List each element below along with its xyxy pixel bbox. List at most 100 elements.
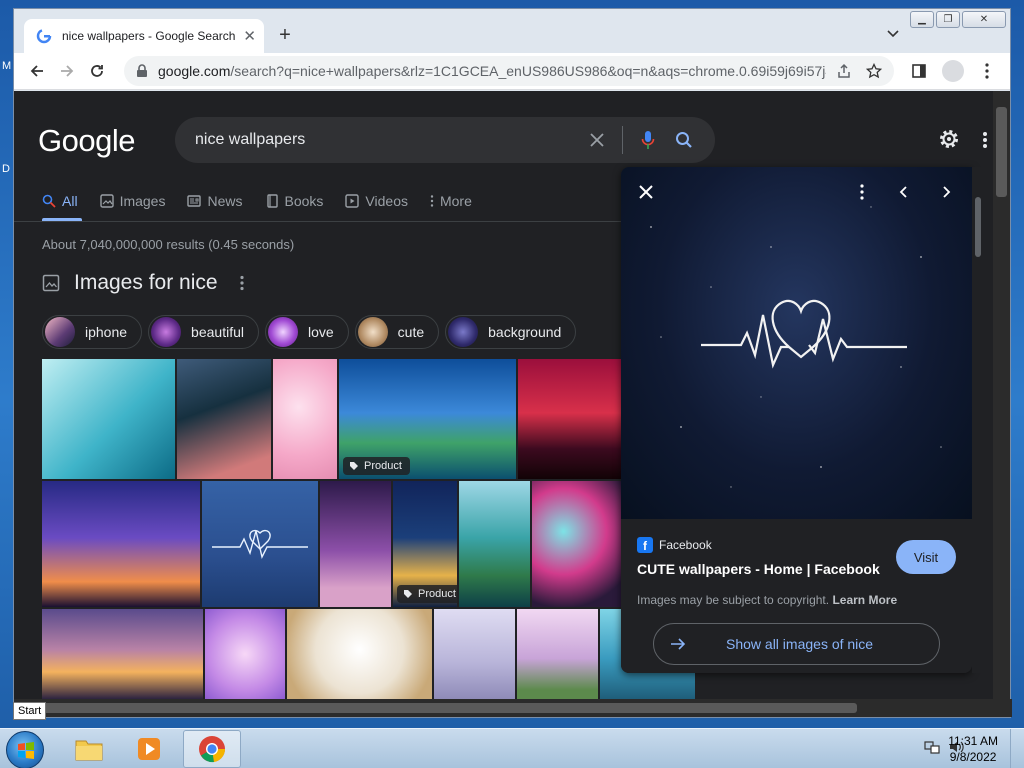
- horizontal-scrollbar[interactable]: [14, 699, 1012, 717]
- settings-gear-icon[interactable]: [937, 127, 961, 151]
- book-icon: [266, 194, 278, 208]
- more-options-icon[interactable]: [982, 131, 988, 149]
- image-result[interactable]: [518, 359, 622, 479]
- clock-date: 9/8/2022: [949, 750, 997, 764]
- product-badge-label: Product: [364, 460, 402, 472]
- visit-button[interactable]: Visit: [896, 540, 956, 574]
- image-result[interactable]: [434, 609, 515, 699]
- address-bar[interactable]: google.com/search?q=nice+wallpapers&rlz=…: [124, 56, 894, 86]
- product-badge: Product: [397, 585, 457, 603]
- image-result[interactable]: [459, 481, 530, 607]
- image-result[interactable]: [177, 359, 271, 479]
- chevron-right-icon: [943, 186, 951, 198]
- back-button[interactable]: [22, 56, 52, 86]
- close-icon: [639, 185, 653, 199]
- lock-icon[interactable]: [136, 64, 148, 78]
- tab-search-chevron-icon[interactable]: [886, 27, 900, 41]
- tab-label: More: [439, 193, 472, 209]
- side-panel-button[interactable]: [904, 56, 934, 86]
- browser-window: nice wallpapers - Google Search ✕ + ▁ ❐ …: [13, 8, 1012, 718]
- vertical-scrollbar[interactable]: [993, 91, 1010, 699]
- preview-scrollbar-thumb[interactable]: [975, 197, 981, 257]
- image-result[interactable]: [42, 481, 200, 607]
- image-result[interactable]: [320, 481, 391, 607]
- image-result[interactable]: [287, 609, 432, 699]
- image-result[interactable]: [42, 359, 175, 479]
- forward-button[interactable]: [52, 56, 82, 86]
- preview-scrollbar[interactable]: [972, 167, 984, 673]
- tab-close-icon[interactable]: ✕: [243, 27, 256, 45]
- horizontal-scrollbar-thumb[interactable]: [17, 703, 857, 713]
- tab-news[interactable]: News: [187, 191, 243, 211]
- tab-more[interactable]: More: [430, 191, 472, 211]
- image-preview-panel: f Facebook CUTE wallpapers - Home | Face…: [621, 167, 972, 673]
- browser-menu-button[interactable]: [972, 56, 1002, 86]
- chip-thumbnail: [357, 317, 388, 347]
- chip-iphone[interactable]: iphone: [42, 315, 143, 349]
- images-section-heading: Images for nice: [42, 271, 244, 295]
- video-icon: [345, 194, 360, 208]
- microphone-icon[interactable]: [637, 129, 659, 151]
- new-tab-button[interactable]: +: [274, 24, 296, 47]
- close-window-button[interactable]: ✕: [962, 11, 1006, 28]
- chip-beautiful[interactable]: beautiful: [148, 315, 259, 349]
- taskbar-explorer[interactable]: [60, 730, 118, 768]
- chip-background[interactable]: background: [445, 315, 577, 349]
- image-result[interactable]: [517, 609, 598, 699]
- share-icon[interactable]: [836, 63, 852, 79]
- network-icon[interactable]: [924, 739, 940, 755]
- start-button[interactable]: [6, 731, 44, 768]
- google-logo[interactable]: Google: [38, 123, 135, 159]
- tab-books[interactable]: Books: [265, 191, 323, 211]
- show-desktop-button[interactable]: [1010, 729, 1024, 768]
- heartbeat-wallpaper-icon: [650, 206, 942, 488]
- preview-title[interactable]: CUTE wallpapers - Home | Facebook: [637, 561, 880, 577]
- system-clock[interactable]: 11:31 AM 9/8/2022: [948, 733, 998, 765]
- profile-button[interactable]: [938, 56, 968, 86]
- reload-button[interactable]: [82, 56, 112, 86]
- preview-more-options-button[interactable]: [849, 179, 875, 205]
- next-image-button[interactable]: [933, 179, 959, 205]
- clear-search-icon[interactable]: [586, 129, 608, 151]
- show-all-images-button[interactable]: Show all images of nice: [653, 623, 940, 665]
- image-result[interactable]: [532, 481, 622, 607]
- preview-image[interactable]: [621, 167, 972, 519]
- images-heading-text[interactable]: Images for nice: [74, 271, 218, 295]
- about-section-icon[interactable]: [239, 275, 244, 291]
- heartbeat-thumbnail-icon: [212, 529, 308, 560]
- image-result[interactable]: [42, 609, 203, 699]
- learn-more-link[interactable]: Learn More: [832, 593, 897, 607]
- taskbar-chrome[interactable]: [183, 730, 241, 768]
- page-content: Google nice wallpapers All Images News B…: [14, 91, 994, 699]
- tab-all[interactable]: All: [42, 191, 78, 211]
- tab-videos[interactable]: Videos: [345, 191, 408, 211]
- browser-tab[interactable]: nice wallpapers - Google Search ✕: [24, 19, 264, 53]
- search-input[interactable]: nice wallpapers: [195, 131, 572, 149]
- search-icon[interactable]: [673, 129, 695, 151]
- close-preview-button[interactable]: [633, 179, 659, 205]
- image-result[interactable]: Product: [339, 359, 516, 479]
- minimize-button[interactable]: ▁: [910, 11, 934, 28]
- chip-love[interactable]: love: [264, 315, 349, 349]
- previous-image-button[interactable]: [891, 179, 917, 205]
- tab-label: All: [62, 193, 78, 209]
- search-divider: [622, 126, 623, 154]
- show-all-label: Show all images of nice: [726, 636, 874, 652]
- search-box[interactable]: nice wallpapers: [175, 117, 715, 163]
- vertical-scrollbar-thumb[interactable]: [996, 107, 1007, 197]
- bookmark-star-icon[interactable]: [866, 63, 882, 79]
- image-result[interactable]: [273, 359, 337, 479]
- profile-avatar-icon: [942, 60, 964, 82]
- chip-cute[interactable]: cute: [354, 315, 440, 349]
- tabs-divider: [14, 221, 624, 222]
- tab-strip: nice wallpapers - Google Search ✕ + ▁ ❐ …: [14, 9, 1010, 53]
- kebab-menu-icon: [985, 63, 989, 79]
- restore-button[interactable]: ❐: [936, 11, 960, 28]
- image-result[interactable]: [202, 481, 318, 607]
- tab-images[interactable]: Images: [99, 191, 165, 211]
- image-result[interactable]: Product: [393, 481, 457, 607]
- image-result[interactable]: [205, 609, 285, 699]
- taskbar-media-player[interactable]: [120, 730, 178, 768]
- source-row[interactable]: f Facebook: [637, 537, 712, 553]
- forward-arrow-icon: [61, 65, 74, 77]
